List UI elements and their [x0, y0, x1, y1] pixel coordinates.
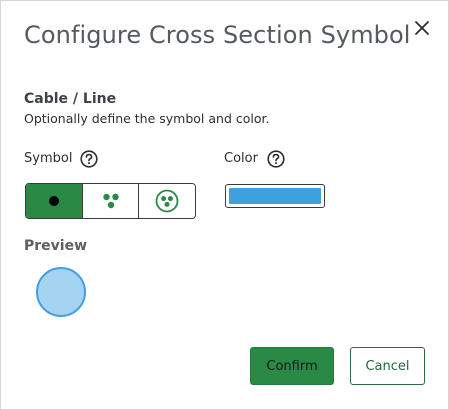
symbol-help-button[interactable] — [80, 150, 98, 168]
confirm-button[interactable]: Confirm — [250, 347, 334, 385]
three-dots-icon — [102, 193, 119, 209]
three-dots-in-circle-icon — [155, 189, 179, 213]
single-dot-icon — [48, 196, 59, 206]
close-button[interactable] — [411, 17, 433, 39]
configure-symbol-dialog: Configure Cross Section Symbol Cable / L… — [0, 0, 449, 410]
close-icon — [415, 21, 429, 35]
cancel-button[interactable]: Cancel — [350, 347, 425, 385]
preview-symbol — [36, 267, 86, 317]
question-circle-icon — [267, 150, 285, 168]
symbol-label: Symbol — [24, 151, 73, 166]
symbol-option-three-dots-in-circle[interactable] — [139, 184, 195, 218]
section-description: Optionally define the symbol and color. — [24, 111, 270, 126]
question-circle-icon — [80, 150, 98, 168]
preview-heading: Preview — [24, 238, 88, 254]
symbol-option-three-dots[interactable] — [82, 184, 140, 218]
color-label: Color — [224, 151, 258, 166]
color-swatch-fill — [229, 188, 321, 204]
color-help-button[interactable] — [267, 150, 285, 168]
symbol-option-single-dot[interactable] — [26, 184, 83, 218]
dialog-title: Configure Cross Section Symbol — [24, 21, 411, 49]
color-picker-swatch[interactable] — [225, 184, 325, 208]
symbol-selector — [25, 183, 196, 219]
section-heading: Cable / Line — [24, 91, 117, 107]
